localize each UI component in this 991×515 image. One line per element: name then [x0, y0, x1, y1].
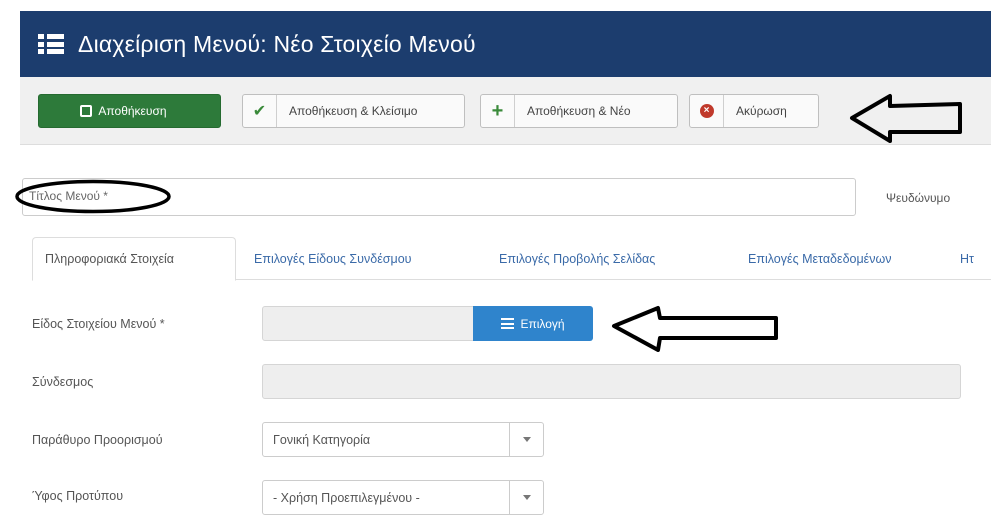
tab-page-display-options[interactable]: Επιλογές Προβολής Σελίδας [499, 237, 655, 280]
toolbar: Αποθήκευση ✔ Αποθήκευση & Κλείσιμο + Απο… [20, 77, 991, 145]
save-new-button[interactable]: + Αποθήκευση & Νέο [480, 94, 678, 128]
target-window-label: Παράθυρο Προορισμού [32, 433, 163, 447]
check-icon: ✔ [243, 95, 277, 127]
annotation-circle-title [15, 179, 171, 214]
annotation-arrow-toolbar [850, 94, 962, 143]
page-header: Διαχείριση Μενού: Νέο Στοιχείο Μενού [20, 11, 991, 77]
menu-item-type-field [262, 306, 474, 341]
tab-details[interactable]: Πληροφοριακά Στοιχεία [32, 237, 236, 281]
tab-bar: Πληροφοριακά Στοιχεία Επιλογές Είδους Συ… [32, 237, 991, 281]
cancel-button[interactable]: × Ακύρωση [689, 94, 819, 128]
select-menu-item-type-button[interactable]: Επιλογή [473, 306, 593, 341]
link-field [262, 364, 961, 399]
cancel-button-label: Ακύρωση [736, 104, 787, 118]
plus-icon: + [481, 95, 515, 127]
chevron-down-icon [509, 423, 543, 456]
save-close-button[interactable]: ✔ Αποθήκευση & Κλείσιμο [242, 94, 465, 128]
tab-link-type-options[interactable]: Επιλογές Είδους Συνδέσμου [254, 237, 411, 280]
save-new-button-label: Αποθήκευση & Νέο [527, 104, 631, 118]
template-style-label: Ύφος Προτύπου [32, 489, 124, 503]
target-window-value: Γονική Κατηγορία [273, 432, 371, 447]
template-style-value: - Χρήση Προεπιλεγμένου - [273, 490, 420, 505]
list-icon [38, 34, 64, 54]
chevron-down-icon [509, 481, 543, 514]
select-button-label: Επιλογή [520, 316, 565, 331]
page-title: Διαχείριση Μενού: Νέο Στοιχείο Μενού [78, 30, 476, 57]
tab-more[interactable]: Ητ [960, 237, 974, 280]
save-button-label: Αποθήκευση [98, 104, 167, 118]
save-button[interactable]: Αποθήκευση [38, 94, 221, 128]
list-icon [501, 318, 515, 329]
tab-metadata-options[interactable]: Επιλογές Μεταδεδομένων [748, 237, 892, 280]
menu-item-type-label: Είδος Στοιχείου Μενού * [32, 317, 165, 331]
alias-label: Ψευδώνυμο [886, 191, 951, 205]
template-style-select[interactable]: - Χρήση Προεπιλεγμένου - [262, 480, 544, 515]
link-label: Σύνδεσμος [32, 375, 94, 389]
edit-icon [80, 105, 93, 117]
annotation-arrow-select [612, 306, 778, 352]
target-window-select[interactable]: Γονική Κατηγορία [262, 422, 544, 457]
save-close-button-label: Αποθήκευση & Κλείσιμο [289, 104, 418, 118]
cancel-icon: × [690, 95, 724, 127]
